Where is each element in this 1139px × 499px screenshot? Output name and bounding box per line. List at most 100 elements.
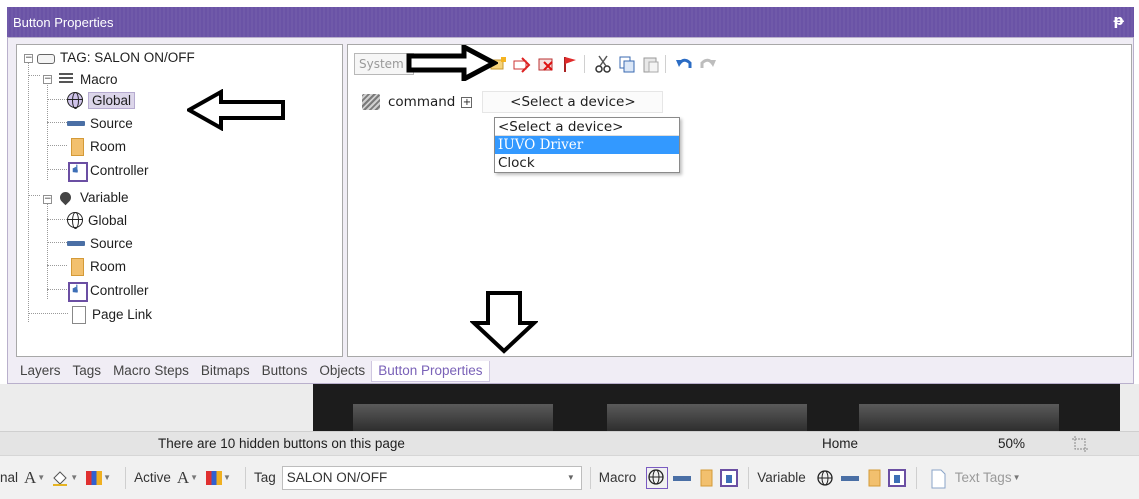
variable-room-button[interactable] [864, 469, 884, 487]
zoom-level[interactable]: 50% [998, 436, 1025, 451]
paint-bucket-icon [53, 470, 68, 486]
down-arrow-annotation-icon [470, 291, 538, 354]
controller-icon [67, 282, 88, 302]
room-icon [67, 258, 85, 276]
controller-icon [67, 162, 88, 182]
room-icon [67, 138, 85, 156]
tree-page-link[interactable]: Page Link [69, 304, 152, 324]
canvas-button[interactable] [859, 404, 1059, 431]
tree-macro-source[interactable]: Source [67, 113, 133, 133]
button-properties-panel: − TAG: SALON ON/OFF − Macro Global Sourc… [7, 37, 1134, 384]
variable-source-button[interactable] [840, 469, 860, 487]
system-combo[interactable]: System [354, 53, 414, 75]
paste-icon[interactable] [641, 54, 661, 74]
macro-label: Macro [598, 470, 637, 485]
tab-macro-steps[interactable]: Macro Steps [107, 361, 195, 381]
redo-icon[interactable] [698, 54, 718, 74]
format-toolbar: nal A ▼ ▼ ▼ Active A ▼ ▼ Tag SALON ON/OFF … [0, 455, 1139, 499]
tab-button-properties[interactable]: Button Properties [371, 360, 490, 382]
collapse-macro-toggle[interactable]: − [43, 75, 52, 84]
controller-icon [720, 468, 739, 487]
tab-layers[interactable]: Layers [14, 361, 67, 381]
source-icon [840, 475, 859, 481]
panel-tabs: Layers Tags Macro Steps Bitmaps Buttons … [8, 359, 1133, 383]
delete-step-icon[interactable] [536, 54, 556, 74]
fill-color-button[interactable]: ▼ [51, 470, 78, 486]
command-label: command [388, 94, 456, 110]
normal-palette-button[interactable]: ▼ [84, 470, 111, 485]
canvas-button[interactable] [607, 404, 807, 431]
macro-source-button[interactable] [672, 469, 692, 487]
macro-list-icon [57, 71, 75, 87]
command-row: command + <Select a device> [362, 91, 664, 113]
tag-combo[interactable]: SALON ON/OFF ▼ [281, 465, 582, 490]
tree-macro-global[interactable]: Global [67, 90, 136, 110]
text-tags-page-icon [929, 469, 949, 488]
tree-variable[interactable]: Variable [57, 187, 129, 207]
page-icon [69, 306, 87, 324]
tree-root-tag[interactable]: TAG: SALON ON/OFF [37, 47, 195, 67]
device-dropdown-list[interactable]: <Select a device> IUVO Driver Clock [494, 117, 680, 173]
tab-bitmaps[interactable]: Bitmaps [195, 361, 256, 381]
tab-objects[interactable]: Objects [313, 361, 371, 381]
collapse-root-toggle[interactable]: − [24, 54, 33, 63]
device-option[interactable]: Clock [495, 154, 679, 172]
tree-macro-room[interactable]: Room [67, 136, 126, 156]
tag-icon [37, 53, 55, 64]
globe-icon [67, 212, 83, 229]
current-page-label: Home [822, 436, 859, 451]
source-icon [67, 235, 85, 251]
collapse-variable-toggle[interactable]: − [43, 195, 52, 204]
source-icon [673, 475, 692, 481]
controller-icon [887, 468, 906, 487]
device-option[interactable]: <Select a device> [495, 118, 679, 136]
panel-title-bar: Button Properties ᵽ [7, 7, 1134, 37]
tab-buttons[interactable]: Buttons [256, 361, 314, 381]
canvas-button[interactable] [353, 404, 553, 431]
tab-tags[interactable]: Tags [67, 361, 108, 381]
room-icon [868, 469, 881, 486]
expand-command-toggle[interactable]: + [461, 96, 473, 108]
globe-icon [67, 92, 83, 109]
macro-controller-button[interactable] [720, 468, 740, 487]
variable-controller-button[interactable] [887, 468, 908, 487]
tree-macro[interactable]: Macro [57, 69, 118, 89]
device-select[interactable]: <Select a device> [482, 91, 664, 113]
undo-icon[interactable] [674, 54, 694, 74]
insert-step-icon[interactable] [512, 54, 532, 74]
crop-icon[interactable] [1070, 434, 1090, 457]
copy-icon[interactable] [617, 54, 637, 74]
tree-variable-controller[interactable]: Controller [67, 280, 149, 302]
macro-global-button[interactable] [646, 466, 669, 489]
hidden-buttons-status: There are 10 hidden buttons on this page [158, 436, 405, 451]
globe-icon [648, 468, 664, 485]
globe-icon [817, 469, 833, 486]
macro-editor: System command + <Select a device> <Sele… [347, 44, 1132, 357]
right-arrow-annotation-icon [406, 45, 498, 81]
active-label: Active [134, 470, 171, 485]
normal-font-button[interactable]: A ▼ [24, 468, 45, 488]
page-canvas[interactable] [313, 384, 1120, 431]
device-option-selected[interactable]: IUVO Driver [495, 136, 679, 154]
tree-variable-global[interactable]: Global [67, 210, 127, 230]
palette-icon [206, 470, 223, 485]
room-icon [700, 469, 713, 486]
pin-icon[interactable]: ᵽ [1114, 13, 1124, 29]
normal-label: nal [0, 470, 19, 485]
palette-icon [86, 470, 103, 485]
properties-tree: − TAG: SALON ON/OFF − Macro Global Sourc… [16, 44, 343, 357]
variable-label: Variable [757, 470, 806, 485]
left-arrow-annotation-icon [187, 89, 285, 131]
active-palette-button[interactable]: ▼ [204, 470, 231, 485]
status-bar: There are 10 hidden buttons on this page… [0, 431, 1139, 455]
cut-icon[interactable] [593, 54, 613, 74]
variable-global-button[interactable] [816, 469, 836, 487]
tree-variable-room[interactable]: Room [67, 256, 126, 276]
active-font-button[interactable]: A ▼ [177, 468, 198, 488]
tree-variable-source[interactable]: Source [67, 233, 133, 253]
source-icon [67, 115, 85, 131]
text-tags-button[interactable]: Text Tags ▼ [955, 470, 1021, 485]
macro-room-button[interactable] [696, 469, 716, 487]
tree-macro-controller[interactable]: Controller [67, 160, 149, 182]
flag-icon[interactable] [560, 54, 580, 74]
